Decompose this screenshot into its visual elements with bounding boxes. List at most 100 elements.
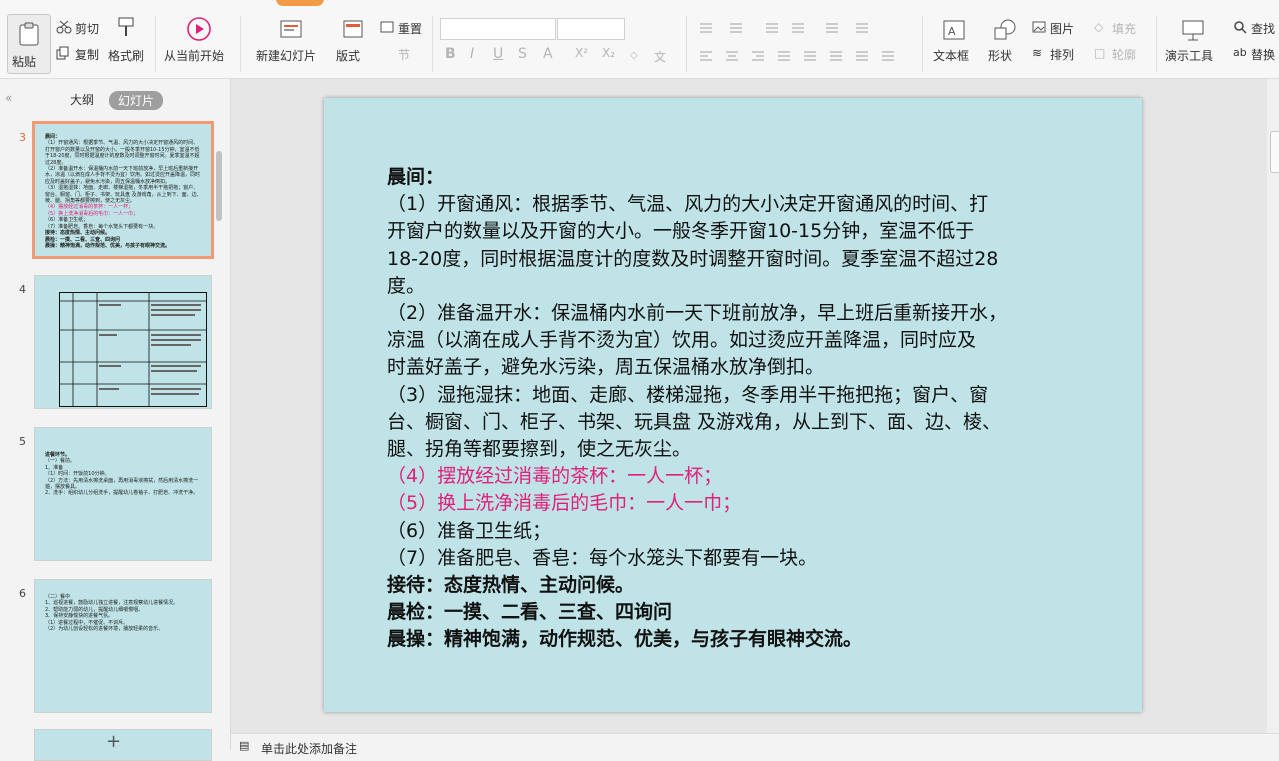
paragraph-icons[interactable] [696,20,916,68]
separator [432,16,433,72]
arrange-button[interactable]: 排列 [1050,46,1074,63]
layout-icon[interactable] [342,18,364,40]
superscript-button[interactable]: X² [575,46,588,60]
layout-button[interactable]: 版式 [336,47,360,64]
slide-line: 晨检：一摸、二看、三查、四询问 [387,601,673,624]
paste-button[interactable]: 粘贴 [7,14,51,74]
bold-button[interactable]: B [445,46,456,62]
slide-line: （2）准备温开水：保温桶内水前一天下班前放净，早上班后重新接开水， [387,302,1008,325]
slide-thumbnail-7[interactable] [34,729,212,761]
separator [240,16,241,72]
slide-text-box[interactable]: 晨间： （1）开窗通风：根据季节、气温、风力的大小决定开窗通风的时间、打 开窗户… [387,164,1127,654]
thumb-line: （1）开窗通风：根据季节、气温、风力的大小决定开窗通风的时间、打开窗户的数量以及… [45,140,200,166]
thumb-line: 2、洗手：组织幼儿分组洗手，提醒幼儿卷袖子、打肥皂、冲洗干净。 [45,490,199,497]
format-painter-icon[interactable] [116,16,136,38]
slide-line: （7）准备肥皂、香皂：每个水笼头下都要有一块。 [387,546,818,569]
outline-button[interactable]: 轮廓 [1112,46,1136,63]
slide-line: （3）湿拖湿抹：地面、走廊、楼梯湿拖，冬季用半干拖把拖；窗户、窗 [387,383,989,406]
current-slide[interactable]: 晨间： （1）开窗通风：根据季节、气温、风力的大小决定开窗通风的时间、打 开窗户… [324,98,1142,712]
slide-line: 接待：态度热情、主动问候。 [387,574,635,597]
underline-button[interactable]: U [493,46,503,62]
slide-line: 度。 [387,274,426,297]
thumb-table [59,292,207,407]
slide-thumbnail-3[interactable]: 晨间： （1）开窗通风：根据季节、气温、风力的大小决定开窗通风的时间、打开窗户的… [32,121,214,259]
thumb-line: （2）准备温开水：保温桶内水前一天下班前放净，早上班后重新接开水，凉温（以滴在成… [45,166,201,185]
font-name-select[interactable] [440,18,556,40]
play-icon[interactable] [186,16,212,42]
menu-pill [276,0,324,6]
notes-icon: ▤ [239,739,250,752]
slide-line: 晨操：精神饱满，动作规范、优美，与孩子有眼神交流。 [387,628,863,651]
find-button[interactable]: 查找 [1251,20,1275,37]
thumb-line: （2）为幼儿创设轻松的进餐环境，播放轻柔的音乐。 [45,626,164,633]
separator [686,16,687,72]
notes-placeholder: 单击此处添加备注 [261,742,358,756]
reset-button[interactable]: 重置 [398,20,422,37]
eraser-icon[interactable]: ◇ [630,50,638,61]
notes-pane[interactable]: ▤ 单击此处添加备注 [231,733,1279,756]
separator [922,16,923,72]
font-size-select[interactable] [557,18,625,40]
canvas-scrollbar[interactable] [1267,79,1279,733]
from-current-button[interactable]: 从当前开始 [164,47,224,64]
fill-icon[interactable]: ◇ [1094,20,1103,34]
slide-line: 时盖好盖子，避免水污染，周五保温桶水放净倒扣。 [387,356,825,379]
reset-icon[interactable] [380,20,394,34]
tab-outline[interactable]: 大纲 [70,91,94,108]
thumb-line: 晨操：精神饱满，动作规范、优美，与孩子有眼神交流。 [45,242,171,249]
svg-text:A: A [948,25,956,38]
search-icon[interactable] [1233,20,1247,34]
arrange-icon[interactable]: ≋ [1032,46,1042,60]
strike-button[interactable]: S [518,46,527,62]
slide-line: 18-20度，同时根据温度计的度数及时调整开窗时间。夏季室温不超过28 [387,247,999,270]
slide-line: 腿、拐角等都要擦到，使之无灰尘。 [387,438,692,461]
add-slide-icon[interactable]: + [106,731,121,752]
outline-icon[interactable]: □ [1094,46,1105,60]
text-box-icon[interactable]: A [942,18,966,42]
copy-button[interactable]: 复制 [75,46,99,63]
panel-scrollbar[interactable] [216,151,222,221]
new-slide-button[interactable]: 新建幻灯片 [256,47,316,64]
tab-slides[interactable]: 幻灯片 [109,91,164,110]
collapse-panel-icon[interactable]: « [5,91,12,105]
menubar [0,0,1279,10]
pinyin-button[interactable]: 文 [654,48,666,65]
thumb-line: （3）湿拖湿抹：地面、走廊、楼梯湿拖，冬季用半干拖把拖；窗户、窗台、橱窗、门、柜… [45,185,202,205]
slides-panel: « 大纲 幻灯片 3 晨间： （1）开窗通风：根据季节、气温、风力的大小决定开窗… [0,79,231,761]
replace-icon[interactable]: ab [1233,46,1247,59]
slide-number: 4 [19,283,26,296]
format-painter-button[interactable]: 格式刷 [108,47,144,64]
fill-button[interactable]: 填充 [1112,20,1136,37]
replace-button[interactable]: 替换 [1251,46,1275,63]
presenter-tools-button[interactable]: 演示工具 [1165,47,1213,64]
section-button[interactable]: 节 [398,46,410,63]
slide-line: （4）摆放经过消毒的茶杯：一人一杯； [387,465,723,488]
presenter-tools-icon[interactable] [1180,18,1206,42]
slide-thumbnail-4[interactable] [34,275,212,409]
slide-line: 凉温（以滴在成人手背不烫为宜）饮用。如过烫应开盖降温，同时应及 [387,329,977,352]
cut-button[interactable]: 剪切 [75,20,99,37]
separator [1156,16,1157,72]
paste-label: 粘贴 [12,55,37,69]
slide-line: 晨间： [387,166,445,188]
text-box-button[interactable]: 文本框 [933,47,969,64]
slide-line: 开窗户的数量以及开窗的大小。一般冬季开窗10-15分钟，室温不低于 [387,220,975,243]
slide-line: （5）换上洗净消毒后的毛巾：一人一巾； [387,492,742,515]
copy-icon[interactable] [56,46,70,60]
shape-button[interactable]: 形状 [988,47,1012,64]
scrollbar-knob[interactable] [1270,131,1279,173]
scissors-icon[interactable] [56,20,72,34]
new-slide-icon[interactable] [278,16,304,42]
font-color-button[interactable]: A [543,46,553,62]
slide-number: 3 [19,131,26,144]
slide-thumbnail-5[interactable]: 进餐环节。 （一）餐前。 1、准备 （1）时间：开饭前10分钟。 （2）方法：先… [34,427,212,561]
picture-icon[interactable] [1032,20,1046,34]
thumb-line: （2）方法：先用清水擦洗桌面，再用消毒液擦拭，然后用清水擦洗一遍，摆放餐具。 [45,477,199,491]
ribbon-toolbar: 粘贴 剪切 复制 格式刷 从当前开始 新建幻灯片 版式 重置 节 B I U S… [0,10,1279,79]
shape-icon[interactable] [992,18,1018,42]
italic-button[interactable]: I [470,46,474,62]
picture-button[interactable]: 图片 [1050,20,1074,37]
slide-thumbnail-6[interactable]: （二）餐中 1、巡视进餐，鼓励幼儿独立进餐，注意观察幼儿进餐情况。 2、帮助能力… [34,579,212,713]
subscript-button[interactable]: X₂ [602,46,615,60]
separator [155,16,156,72]
